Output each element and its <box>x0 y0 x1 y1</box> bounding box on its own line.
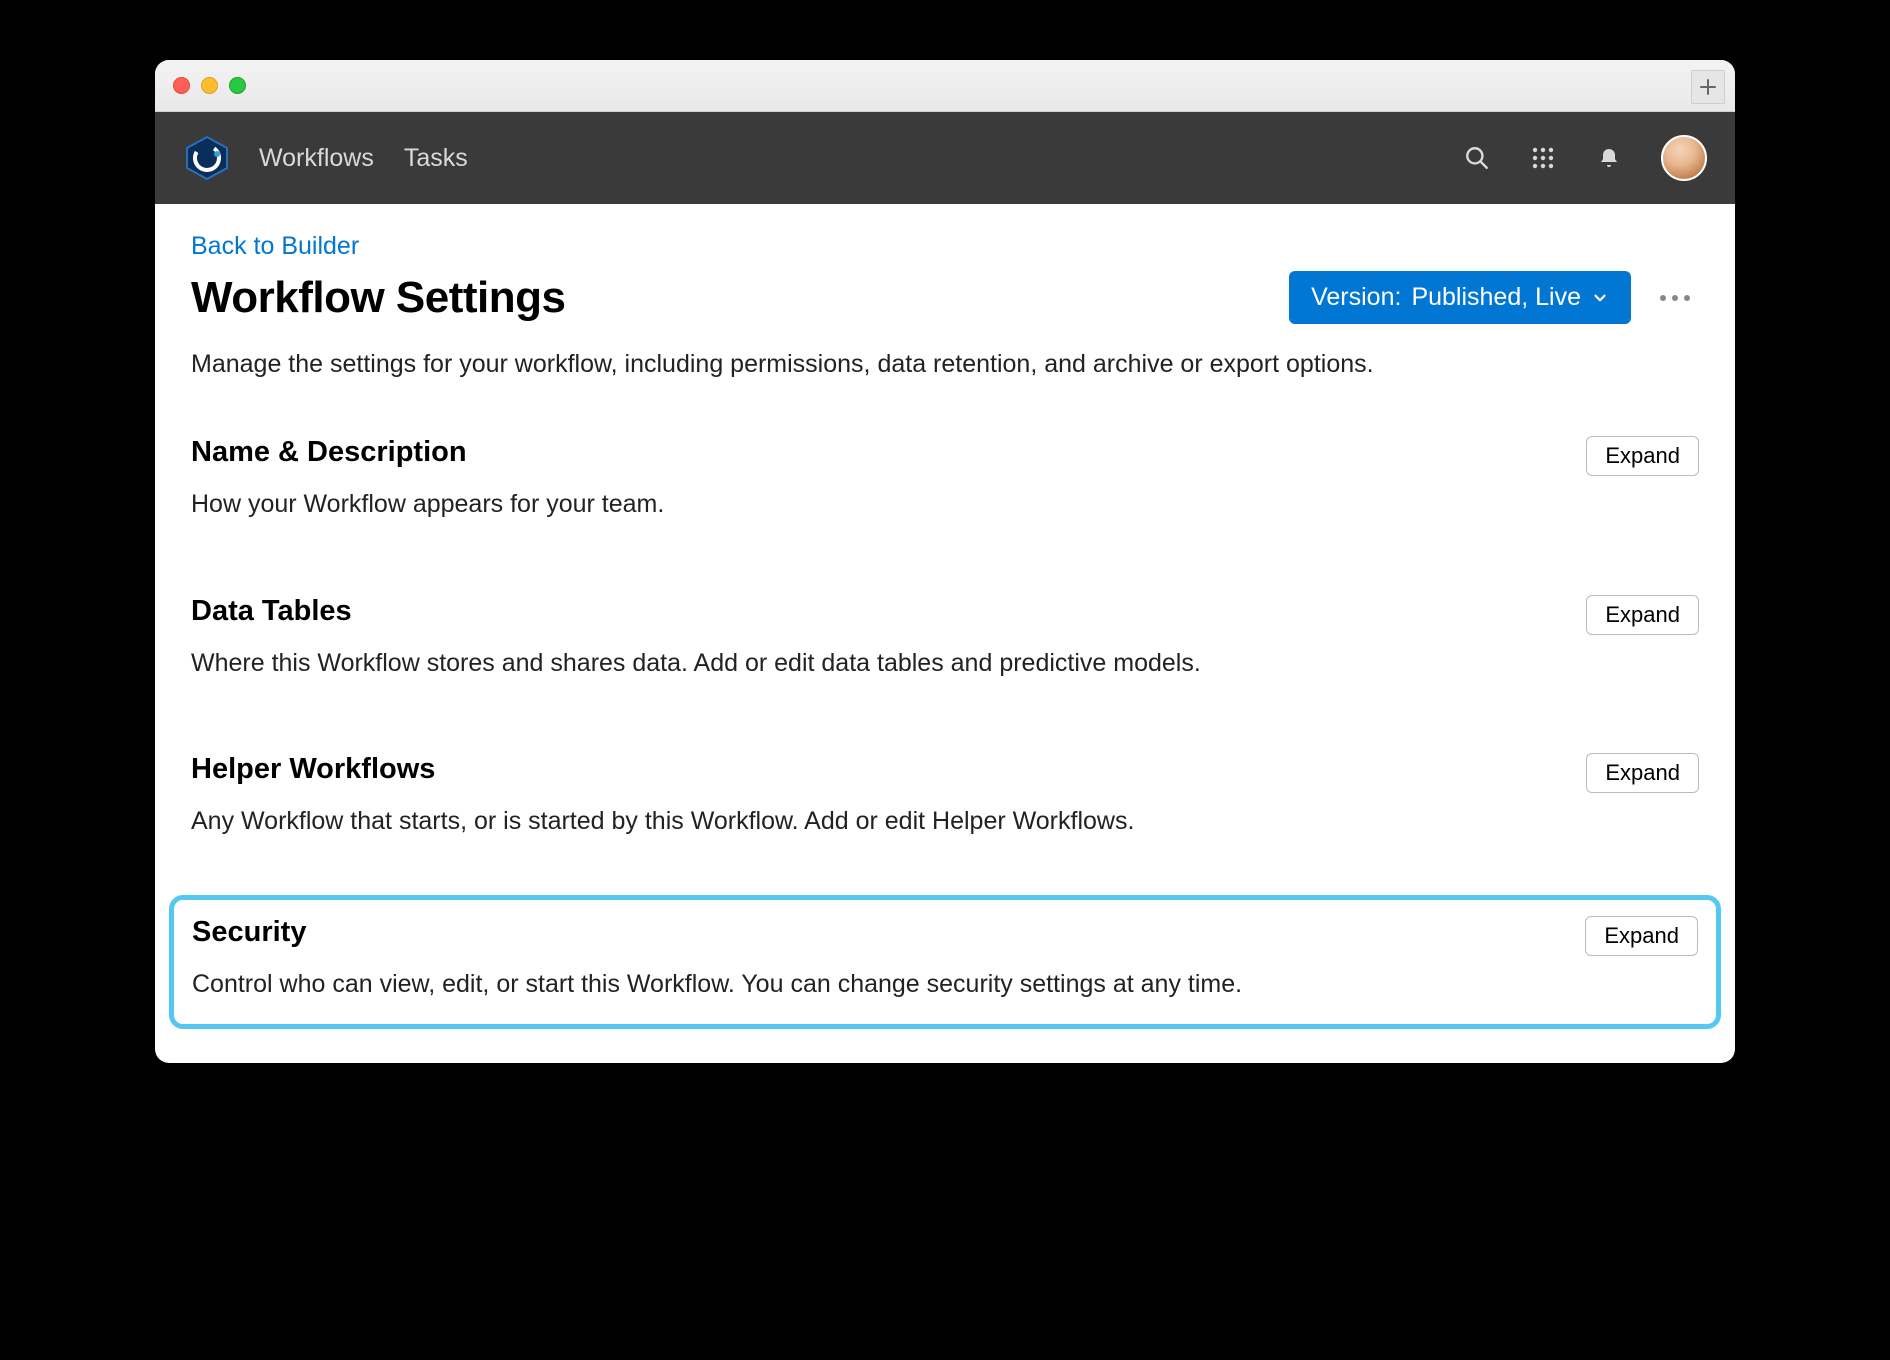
top-nav-right <box>1463 135 1707 181</box>
version-selector[interactable]: Version: Published, Live <box>1289 271 1631 324</box>
window-controls <box>173 77 246 94</box>
maximize-window-button[interactable] <box>229 77 246 94</box>
more-actions-button[interactable] <box>1651 292 1699 304</box>
chevron-down-icon <box>1591 289 1609 307</box>
page-content: Back to Builder Workflow Settings Versio… <box>155 204 1735 1029</box>
section-title: Data Tables <box>191 595 352 628</box>
bell-icon <box>1597 145 1621 171</box>
nav-workflows[interactable]: Workflows <box>259 144 374 173</box>
notifications-button[interactable] <box>1595 144 1623 172</box>
expand-button[interactable]: Expand <box>1585 916 1698 956</box>
section-security: Security Expand Control who can view, ed… <box>169 895 1721 1029</box>
apps-button[interactable] <box>1529 144 1557 172</box>
settings-sections: Name & Description Expand How your Workf… <box>191 420 1699 1029</box>
section-description: How your Workflow appears for your team. <box>191 486 1699 522</box>
top-nav: Workflows Tasks <box>155 112 1735 204</box>
expand-button[interactable]: Expand <box>1586 436 1699 476</box>
nav-tasks[interactable]: Tasks <box>404 144 468 173</box>
window-titlebar <box>155 60 1735 112</box>
section-description: Where this Workflow stores and shares da… <box>191 645 1699 681</box>
search-icon <box>1464 145 1490 171</box>
expand-button[interactable]: Expand <box>1586 753 1699 793</box>
apps-grid-icon <box>1531 146 1555 170</box>
page-header: Workflow Settings Version: Published, Li… <box>191 271 1699 324</box>
app-window: Workflows Tasks Back to Builder Workflow… <box>155 60 1735 1063</box>
version-label: Version: <box>1311 283 1401 312</box>
back-to-builder-link[interactable]: Back to Builder <box>191 232 359 260</box>
page-title: Workflow Settings <box>191 273 565 323</box>
minimize-window-button[interactable] <box>201 77 218 94</box>
section-description: Control who can view, edit, or start thi… <box>192 966 1698 1002</box>
close-window-button[interactable] <box>173 77 190 94</box>
section-title: Helper Workflows <box>191 753 435 786</box>
version-value: Published, Live <box>1411 283 1581 312</box>
section-helper-workflows: Helper Workflows Expand Any Workflow tha… <box>191 737 1699 861</box>
section-description: Any Workflow that starts, or is started … <box>191 803 1699 839</box>
expand-button[interactable]: Expand <box>1586 595 1699 635</box>
section-data-tables: Data Tables Expand Where this Workflow s… <box>191 579 1699 703</box>
plus-icon <box>1699 78 1717 96</box>
page-header-actions: Version: Published, Live <box>1289 271 1699 324</box>
search-button[interactable] <box>1463 144 1491 172</box>
section-name-description: Name & Description Expand How your Workf… <box>191 420 1699 544</box>
page-subtitle: Manage the settings for your workflow, i… <box>191 346 1699 382</box>
section-title: Name & Description <box>191 436 467 469</box>
new-tab-button[interactable] <box>1691 70 1725 104</box>
section-title: Security <box>192 916 306 949</box>
more-horizontal-icon <box>1657 292 1693 304</box>
user-avatar[interactable] <box>1661 135 1707 181</box>
app-logo-icon[interactable] <box>183 134 231 182</box>
